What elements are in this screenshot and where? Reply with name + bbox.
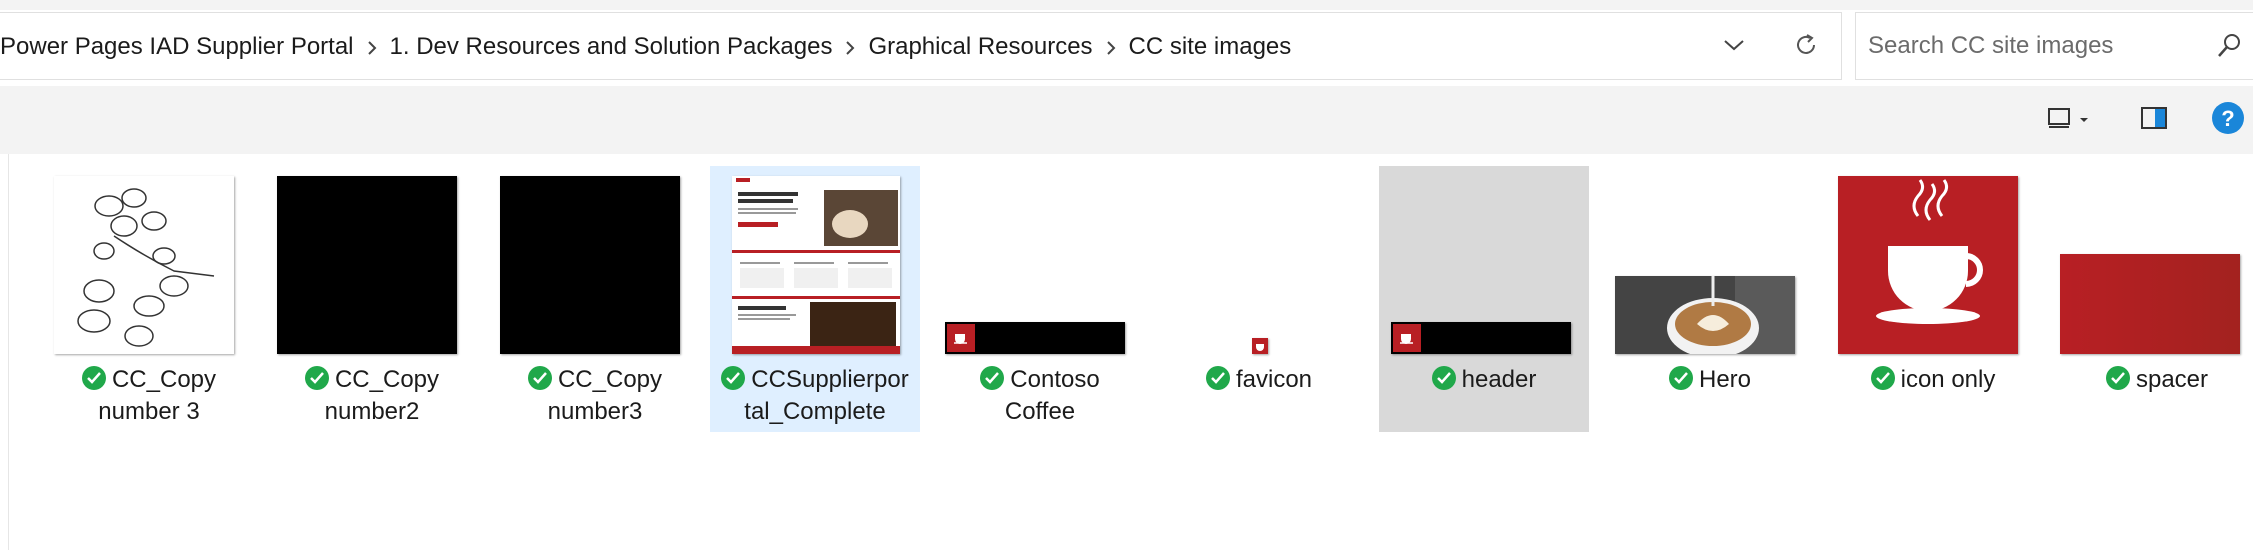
checkmark-circle-icon: [1205, 366, 1230, 390]
view-icon: [2047, 106, 2073, 135]
file-name: Hero: [1605, 364, 1815, 396]
thumbnail-black-square: [500, 176, 680, 354]
breadcrumb-item-current[interactable]: CC site images: [1129, 33, 1292, 61]
checkmark-circle-icon: [304, 366, 329, 390]
caret-down-icon: [2079, 111, 2089, 129]
checkmark-circle-icon: [721, 366, 746, 390]
thumbnail-red-rectangle: [2060, 254, 2240, 354]
thumbnail-latte-art-photo: [1615, 276, 1795, 354]
help-icon: ?: [2211, 101, 2245, 140]
help-button[interactable]: ?: [2206, 86, 2250, 154]
breadcrumb-item-root[interactable]: Power Pages IAD Supplier Portal: [0, 33, 354, 61]
file-item[interactable]: CC_Copy number3: [490, 166, 700, 432]
file-name: spacer: [2052, 364, 2253, 396]
title-strip: [0, 0, 2253, 10]
file-name: CC_Copy number3: [490, 364, 700, 428]
breadcrumb-item-graphical-resources[interactable]: Graphical Resources: [868, 33, 1092, 61]
file-item-selected[interactable]: CCSupplierpor tal_Complete: [710, 166, 920, 432]
file-name: CC_Copy number 3: [44, 364, 254, 428]
file-item[interactable]: spacer: [2040, 166, 2250, 432]
file-item[interactable]: Hero: [1605, 166, 1815, 432]
thumbnail-cup-logo-banner: [945, 322, 1125, 354]
checkmark-circle-icon: [2105, 366, 2130, 390]
checkmark-circle-icon: [1870, 366, 1895, 390]
recent-locations-button[interactable]: [1706, 13, 1762, 81]
chevron-down-icon: [1723, 38, 1745, 57]
thumbnail-black-square: [277, 176, 457, 354]
chevron-right-icon[interactable]: [832, 33, 868, 61]
navigation-pane-edge[interactable]: [0, 154, 9, 550]
file-name: icon only: [1828, 364, 2038, 396]
checkmark-circle-icon: [527, 366, 552, 390]
checkmark-circle-icon: [1431, 366, 1456, 390]
chevron-right-icon[interactable]: [354, 33, 390, 61]
file-name: CCSupplierpor tal_Complete: [710, 364, 920, 428]
search-icon[interactable]: [2214, 31, 2244, 66]
checkmark-circle-icon: [1668, 366, 1693, 390]
file-name: CC_Copy number2: [267, 364, 477, 428]
file-item[interactable]: CC_Copy number2: [267, 166, 477, 432]
preview-pane-icon: [2140, 106, 2168, 135]
file-item[interactable]: Contoso Coffee: [935, 166, 1145, 432]
thumbnail-white-cup-on-red: [1838, 176, 2018, 354]
view-button[interactable]: [2038, 86, 2098, 154]
search-box[interactable]: Search CC site images: [1855, 12, 2253, 80]
file-item[interactable]: favicon: [1154, 166, 1364, 432]
thumbnail-small-red-cup: [1252, 338, 1268, 354]
refresh-icon: [1793, 32, 1819, 63]
search-placeholder[interactable]: Search CC site images: [1868, 13, 2113, 79]
file-item[interactable]: icon only: [1828, 166, 2038, 432]
checkmark-circle-icon: [81, 366, 106, 390]
checkmark-circle-icon: [980, 366, 1005, 390]
breadcrumb-item-dev-resources[interactable]: 1. Dev Resources and Solution Packages: [390, 33, 833, 61]
file-name: Contoso Coffee: [935, 364, 1145, 428]
command-bar: ?: [0, 86, 2253, 154]
thumbnail-web-page-mockup: [732, 176, 900, 354]
file-name: favicon: [1154, 364, 1364, 396]
file-name: header: [1379, 364, 1589, 396]
thumbnail-coffee-beans-sketch: [54, 176, 234, 354]
thumbnail-cup-logo-banner: [1391, 322, 1571, 354]
preview-pane-button[interactable]: [2132, 86, 2176, 154]
chevron-right-icon[interactable]: [1093, 33, 1129, 61]
file-item[interactable]: CC_Copy number 3: [44, 166, 254, 432]
svg-text:?: ?: [2221, 106, 2234, 131]
refresh-button[interactable]: [1778, 13, 1834, 81]
breadcrumb: Power Pages IAD Supplier Portal 1. Dev R…: [0, 13, 1291, 81]
file-item-hover[interactable]: header: [1379, 166, 1589, 432]
address-bar[interactable]: Power Pages IAD Supplier Portal 1. Dev R…: [0, 12, 1842, 80]
